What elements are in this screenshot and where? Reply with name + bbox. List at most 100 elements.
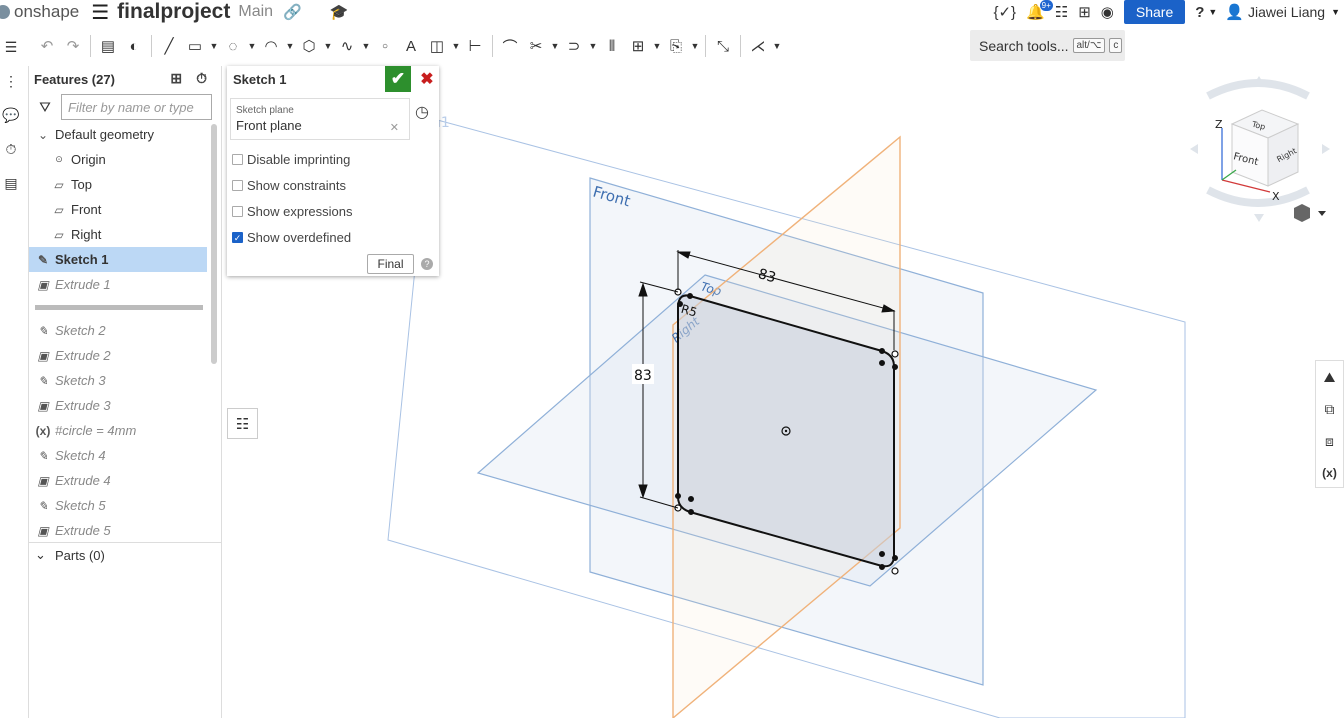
list-item-sketch-4[interactable]: ✎ Sketch 4: [29, 443, 207, 468]
branch-name[interactable]: Main: [238, 3, 273, 21]
view-options-button[interactable]: [1294, 204, 1326, 222]
line-tool-icon[interactable]: ╱: [156, 32, 182, 60]
final-button[interactable]: Final: [367, 254, 414, 274]
checkbox-box-checked[interactable]: ✓: [232, 232, 243, 243]
rollback-timer-icon[interactable]: ⏱: [196, 70, 207, 87]
dxf-chevron-down-icon[interactable]: ▼: [689, 41, 701, 51]
add-folder-icon[interactable]: ⊞: [170, 70, 182, 87]
checkbox-box[interactable]: [232, 180, 243, 191]
properties-icon[interactable]: ▤: [0, 166, 22, 200]
text-tool-icon[interactable]: A: [398, 32, 424, 60]
list-item-top[interactable]: ▱ Top: [29, 172, 207, 197]
feature-filter-input[interactable]: Filter by name or type: [61, 94, 212, 120]
filter-icon[interactable]: ⛛: [29, 99, 61, 116]
list-item-origin[interactable]: ⊙ Origin: [29, 147, 207, 172]
use-tool-icon[interactable]: ⤡: [710, 32, 736, 60]
list-item-sketch-1[interactable]: ✎ Sketch 1: [29, 247, 207, 272]
help-icon[interactable]: ?: [421, 258, 433, 270]
point-tool-icon[interactable]: ○: [372, 32, 398, 60]
notifications-icon[interactable]: 🔔 9+: [1026, 0, 1053, 21]
circle-chevron-down-icon[interactable]: ▼: [246, 41, 258, 51]
clear-selection-icon[interactable]: ✕: [390, 121, 399, 134]
list-item-extrude-1[interactable]: ▣ Extrude 1: [29, 272, 207, 297]
variables-icon[interactable]: {✓}: [993, 3, 1016, 21]
disable-imprinting-checkbox[interactable]: Disable imprinting: [232, 152, 350, 167]
spline-chevron-down-icon[interactable]: ▼: [360, 41, 372, 51]
chevron-down-icon[interactable]: ⌄: [35, 547, 51, 563]
list-item-extrude-4[interactable]: ▣ Extrude 4: [29, 468, 207, 493]
pattern-tool-icon[interactable]: ⊞: [625, 32, 651, 60]
view-cube[interactable]: Top Front Right Z X: [1190, 76, 1330, 222]
undo-icon[interactable]: ↶: [34, 32, 60, 60]
dimension-tool-icon[interactable]: ⊢: [462, 32, 488, 60]
show-expressions-checkbox[interactable]: Show expressions: [232, 204, 353, 219]
feature-list-scrollbar[interactable]: [211, 124, 217, 364]
list-item-extrude-5[interactable]: ▣ Extrude 5: [29, 518, 207, 543]
search-tools-button[interactable]: Search tools... alt/⌥ c: [970, 30, 1125, 61]
onshape-logo[interactable]: onshape: [0, 2, 79, 22]
fillet-tool-icon[interactable]: ⌒: [497, 32, 523, 60]
list-item-extrude-3[interactable]: ▣ Extrude 3: [29, 393, 207, 418]
parts-panel-icon[interactable]: ⧉: [1316, 393, 1343, 425]
list-item-right[interactable]: ▱ Right: [29, 222, 207, 247]
dxf-import-icon[interactable]: ⎘: [663, 32, 689, 60]
rollback-bar[interactable]: [35, 305, 203, 310]
document-name[interactable]: finalproject: [117, 0, 230, 24]
chevron-down-icon[interactable]: ⌄: [35, 128, 51, 142]
user-avatar-icon[interactable]: 👤: [1225, 3, 1244, 21]
accept-check-icon[interactable]: ✔: [385, 66, 411, 92]
cancel-close-icon[interactable]: ✖: [415, 66, 439, 92]
arc-tool-icon[interactable]: ◠: [258, 32, 284, 60]
configurations-icon[interactable]: ⧈: [1316, 425, 1343, 457]
list-item-front[interactable]: ▱ Front: [29, 197, 207, 222]
app-store-icon[interactable]: ⊞: [1078, 3, 1091, 21]
dimension-vertical-value[interactable]: 83: [634, 368, 652, 384]
section-view-icon[interactable]: ◐: [121, 32, 147, 60]
list-item-variable[interactable]: (x) #circle = 4mm: [29, 418, 207, 443]
redo-icon[interactable]: ↷: [60, 32, 86, 60]
offset-tool-icon[interactable]: ⊃: [561, 32, 587, 60]
user-chevron-down-icon[interactable]: ▼: [1331, 7, 1340, 17]
spline-tool-icon[interactable]: ∿: [334, 32, 360, 60]
list-item-sketch-2[interactable]: ✎ Sketch 2: [29, 318, 207, 343]
list-item-extrude-2[interactable]: ▣ Extrude 2: [29, 343, 207, 368]
feature-list-icon[interactable]: ☰: [0, 30, 22, 64]
parts-group[interactable]: ⌄ Parts (0): [29, 542, 221, 567]
learning-center-icon[interactable]: 🎓: [330, 3, 349, 21]
help-chevron-down-icon[interactable]: ▼: [1208, 7, 1217, 17]
construction-tool-icon[interactable]: ◫: [424, 32, 450, 60]
polygon-chevron-down-icon[interactable]: ▼: [322, 41, 334, 51]
trim-tool-icon[interactable]: ✂: [523, 32, 549, 60]
list-item-sketch-3[interactable]: ✎ Sketch 3: [29, 368, 207, 393]
checkbox-box[interactable]: [232, 154, 243, 165]
link-icon[interactable]: 🔗: [283, 3, 302, 21]
rectangle-tool-icon[interactable]: ▭: [182, 32, 208, 60]
show-overdefined-checkbox[interactable]: ✓ Show overdefined: [232, 230, 351, 245]
trim-chevron-down-icon[interactable]: ▼: [549, 41, 561, 51]
show-constraints-checkbox[interactable]: Show constraints: [232, 178, 346, 193]
insert-icon[interactable]: ▤: [95, 32, 121, 60]
offset-chevron-down-icon[interactable]: ▼: [587, 41, 599, 51]
pattern-chevron-down-icon[interactable]: ▼: [651, 41, 663, 51]
share-button[interactable]: Share: [1123, 0, 1186, 24]
intersection-tool-icon[interactable]: ⋌: [745, 32, 771, 60]
mirror-tool-icon[interactable]: ⫴: [599, 32, 625, 60]
user-name[interactable]: Jiawei Liang: [1248, 4, 1325, 20]
comments-icon[interactable]: 💬: [0, 98, 22, 132]
history-clock-icon[interactable]: ◷: [415, 102, 429, 122]
history-icon[interactable]: ⏱: [0, 132, 22, 166]
intersection-chevron-down-icon[interactable]: ▼: [771, 41, 783, 51]
rectangle-chevron-down-icon[interactable]: ▼: [208, 41, 220, 51]
list-item-sketch-5[interactable]: ✎ Sketch 5: [29, 493, 207, 518]
default-geometry-group[interactable]: ⌄ Default geometry: [29, 122, 207, 147]
sketch-list-toggle-icon[interactable]: ☷: [227, 408, 258, 439]
render-studio-icon[interactable]: ◉: [1101, 3, 1114, 21]
document-list-icon[interactable]: ☷: [1055, 3, 1068, 21]
appearance-icon[interactable]: ⛰: [1316, 361, 1343, 393]
circle-tool-icon[interactable]: ◌: [220, 32, 246, 60]
arc-chevron-down-icon[interactable]: ▼: [284, 41, 296, 51]
help-button[interactable]: ?: [1195, 4, 1204, 21]
variable-table-icon[interactable]: (x): [1316, 457, 1343, 489]
sketch-plane-field[interactable]: Sketch plane Front plane ✕: [230, 98, 410, 140]
checkbox-box[interactable]: [232, 206, 243, 217]
